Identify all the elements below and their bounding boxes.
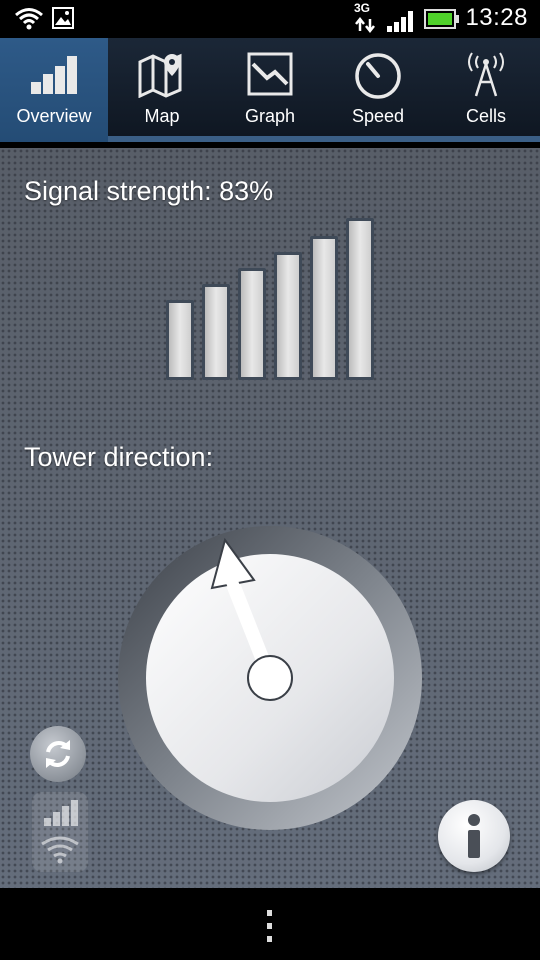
signal-bars (164, 216, 380, 380)
tab-speed[interactable]: Speed (324, 38, 432, 142)
tab-label: Cells (465, 106, 506, 126)
battery-icon (424, 9, 459, 29)
signal-bar (166, 300, 194, 380)
data-arrows-icon (355, 17, 375, 33)
signal-bar (202, 284, 230, 380)
signal-strength-label: Signal strength: 83% (24, 176, 274, 206)
tab-overview[interactable]: Overview (0, 38, 108, 142)
status-bar: 3G 13:28 (0, 0, 540, 38)
cell-signal-icon (387, 11, 413, 32)
overview-panel: Signal strength: 83% Tower direction: (0, 148, 540, 888)
info-icon (468, 814, 480, 858)
navigation-bar (0, 888, 540, 960)
tab-graph[interactable]: Graph (216, 38, 324, 142)
gallery-notification-icon (52, 7, 74, 29)
signal-bar (310, 236, 338, 380)
speedometer-icon (355, 53, 401, 99)
graph-icon (247, 52, 293, 96)
signal-bar (238, 268, 266, 380)
overflow-menu-icon[interactable] (265, 908, 275, 944)
signal-bar (274, 252, 302, 380)
signal-bars-icon (31, 56, 77, 94)
info-button[interactable] (438, 800, 510, 872)
tower-direction-compass (118, 526, 422, 830)
signal-wifi-toggle-icon (41, 800, 79, 864)
tab-label: Graph (244, 106, 296, 126)
tab-cells[interactable]: Cells (432, 38, 540, 142)
map-icon (138, 53, 182, 98)
tab-bar: Overview Map Graph Speed Cells (0, 38, 540, 142)
refresh-icon (46, 740, 70, 768)
tab-label: Map (144, 106, 180, 126)
network-type-label: 3G (354, 1, 371, 15)
tower-direction-label: Tower direction: (24, 442, 214, 472)
clock: 13:28 (465, 4, 528, 31)
wifi-icon (15, 8, 43, 30)
tab-label: Overview (16, 106, 92, 126)
tab-map[interactable]: Map (108, 38, 216, 142)
tab-label: Speed (351, 106, 405, 126)
signal-bar (346, 218, 374, 380)
signal-wifi-toggle[interactable] (32, 792, 88, 872)
cell-tower-icon (468, 52, 504, 97)
refresh-button[interactable] (30, 726, 86, 782)
